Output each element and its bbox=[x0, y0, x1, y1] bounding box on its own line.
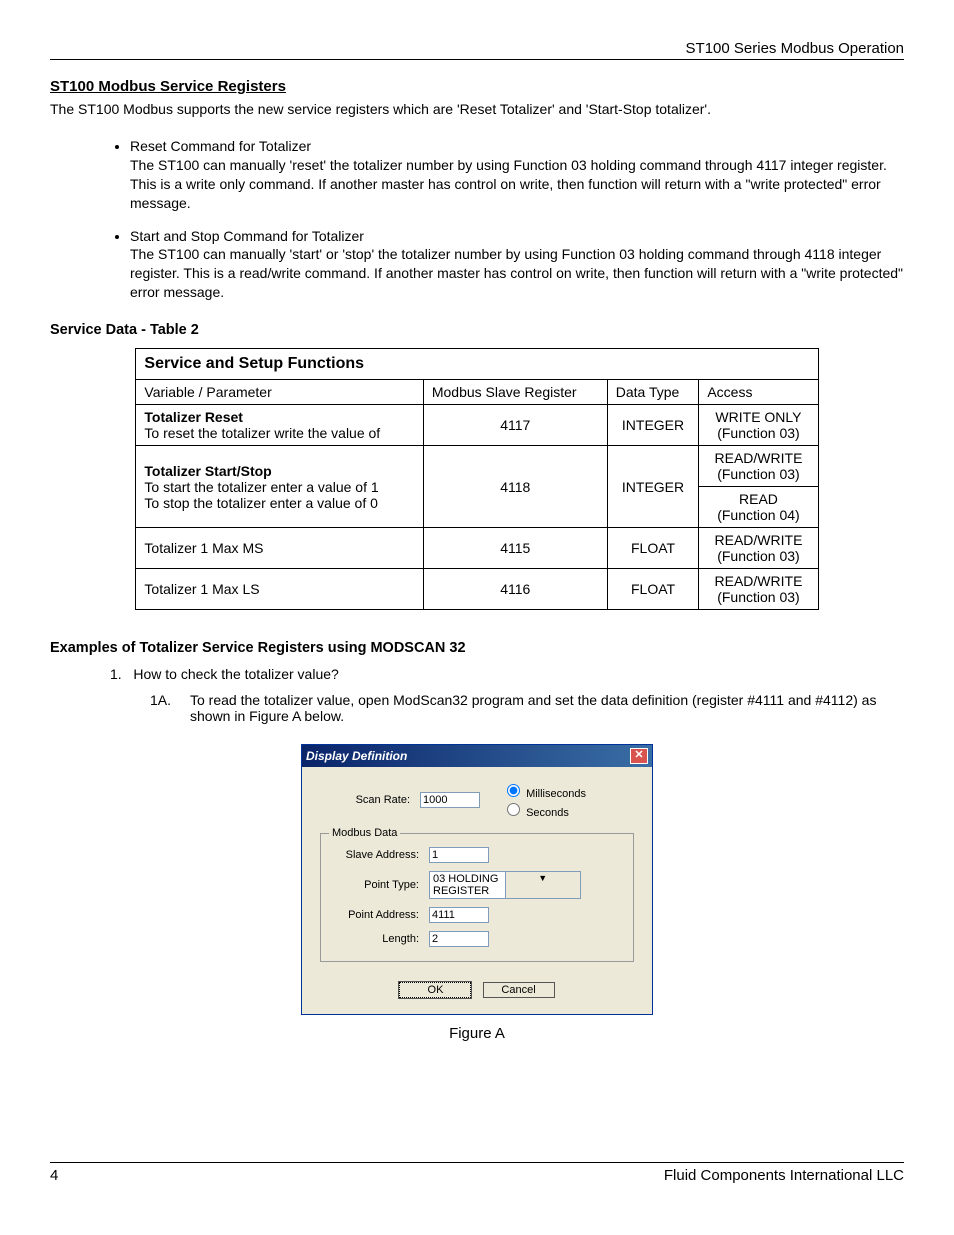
cell-access: READ/WRITE(Function 03) bbox=[699, 569, 818, 610]
examples-heading: Examples of Totalizer Service Registers … bbox=[50, 640, 904, 656]
radio-milliseconds[interactable]: Milliseconds bbox=[502, 781, 586, 800]
table2-heading: Service Data - Table 2 bbox=[50, 322, 904, 338]
bullet-title: Reset Command for Totalizer bbox=[130, 138, 311, 154]
dialog-title: Display Definition bbox=[306, 749, 407, 763]
cell-type: INTEGER bbox=[607, 405, 699, 446]
table-title: Service and Setup Functions bbox=[136, 349, 818, 380]
scan-rate-input[interactable] bbox=[420, 792, 480, 808]
display-definition-dialog: Display Definition ✕ Scan Rate: Millisec… bbox=[301, 744, 653, 1015]
point-address-label: Point Address: bbox=[329, 909, 429, 921]
slave-address-input[interactable] bbox=[429, 847, 489, 863]
cancel-button[interactable]: Cancel bbox=[483, 982, 555, 998]
section-title: ST100 Modbus Service Registers bbox=[50, 78, 904, 95]
dialog-titlebar: Display Definition ✕ bbox=[302, 745, 652, 767]
bullet-title: Start and Stop Command for Totalizer bbox=[130, 228, 364, 244]
point-type-select[interactable]: 03 HOLDING REGISTER ▼ bbox=[429, 871, 581, 899]
cell-reg: 4116 bbox=[423, 569, 607, 610]
section-intro: The ST100 Modbus supports the new servic… bbox=[50, 101, 904, 117]
company-name: Fluid Components International LLC bbox=[664, 1167, 904, 1184]
length-input[interactable] bbox=[429, 931, 489, 947]
cell-param: Totalizer Start/StopTo start the totaliz… bbox=[136, 446, 423, 528]
bullet-body: The ST100 can manually 'start' or 'stop'… bbox=[130, 246, 903, 300]
col-header: Variable / Parameter bbox=[136, 380, 423, 405]
col-header: Modbus Slave Register bbox=[423, 380, 607, 405]
doc-header: ST100 Series Modbus Operation bbox=[50, 40, 904, 60]
cell-param: Totalizer 1 Max MS bbox=[136, 528, 423, 569]
slave-address-label: Slave Address: bbox=[329, 849, 429, 861]
cell-access: READ/WRITE(Function 03) READ(Function 04… bbox=[699, 446, 818, 528]
point-address-input[interactable] bbox=[429, 907, 489, 923]
cell-access: WRITE ONLY(Function 03) bbox=[699, 405, 818, 446]
list-item: Reset Command for Totalizer The ST100 ca… bbox=[130, 137, 904, 213]
page-footer: 4 Fluid Components International LLC bbox=[50, 1162, 904, 1184]
bullet-list: Reset Command for Totalizer The ST100 ca… bbox=[50, 137, 904, 302]
page-number: 4 bbox=[50, 1167, 58, 1184]
scan-rate-label: Scan Rate: bbox=[320, 794, 420, 806]
figure-caption: Figure A bbox=[50, 1025, 904, 1042]
cell-param: Totalizer ResetTo reset the totalizer wr… bbox=[136, 405, 423, 446]
bullet-body: The ST100 can manually 'reset' the total… bbox=[130, 157, 887, 211]
group-legend: Modbus Data bbox=[329, 827, 400, 839]
cell-reg: 4118 bbox=[423, 446, 607, 528]
ordered-subitem: 1A. To read the totalizer value, open Mo… bbox=[150, 692, 904, 724]
col-header: Data Type bbox=[607, 380, 699, 405]
cell-type: FLOAT bbox=[607, 569, 699, 610]
service-table: Service and Setup Functions Variable / P… bbox=[135, 348, 818, 610]
point-type-label: Point Type: bbox=[329, 879, 429, 891]
modbus-data-group: Modbus Data Slave Address: Point Type: 0… bbox=[320, 827, 634, 962]
radio-seconds[interactable]: Seconds bbox=[502, 800, 586, 819]
cell-access: READ/WRITE(Function 03) bbox=[699, 528, 818, 569]
ok-button[interactable]: OK bbox=[399, 982, 471, 998]
ordered-item: 1. How to check the totalizer value? bbox=[110, 666, 904, 682]
close-icon[interactable]: ✕ bbox=[630, 748, 648, 764]
chevron-down-icon: ▼ bbox=[505, 872, 581, 898]
cell-reg: 4115 bbox=[423, 528, 607, 569]
length-label: Length: bbox=[329, 933, 429, 945]
cell-type: INTEGER bbox=[607, 446, 699, 528]
cell-reg: 4117 bbox=[423, 405, 607, 446]
list-item: Start and Stop Command for Totalizer The… bbox=[130, 227, 904, 303]
cell-param: Totalizer 1 Max LS bbox=[136, 569, 423, 610]
cell-type: FLOAT bbox=[607, 528, 699, 569]
col-header: Access bbox=[699, 380, 818, 405]
